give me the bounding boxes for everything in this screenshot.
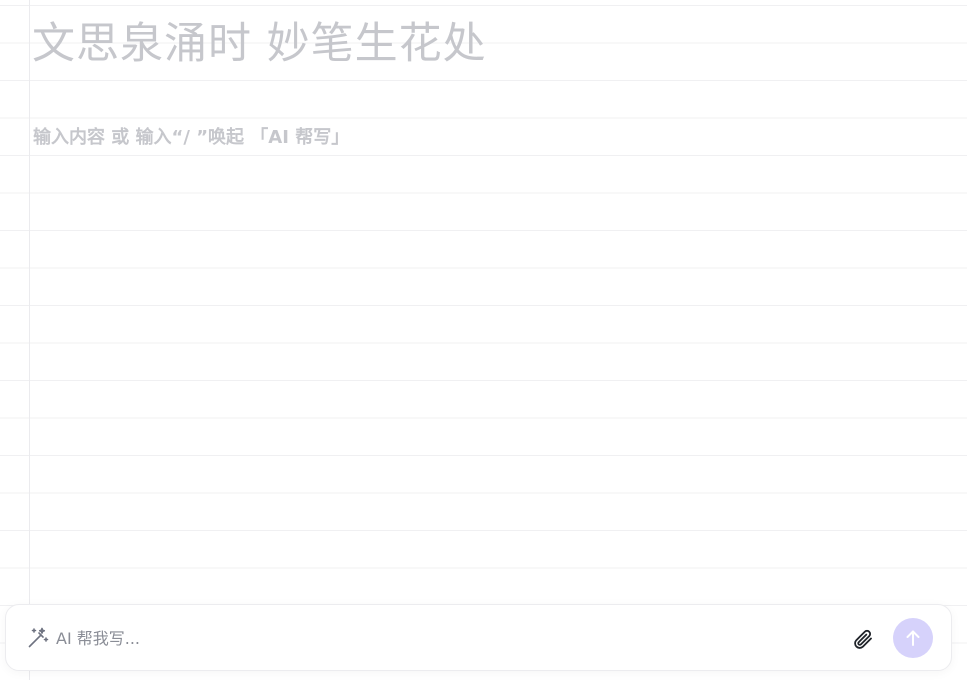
editor-canvas[interactable] [0,0,967,680]
send-button[interactable] [893,618,933,658]
paperclip-icon[interactable] [851,627,875,651]
magic-wand-icon [27,627,49,649]
ai-write-bar [5,604,952,671]
ai-prompt-input[interactable] [56,623,816,653]
arrow-up-icon [906,630,920,646]
margin-line [29,0,30,680]
document-title-placeholder[interactable]: 文思泉涌时 妙笔生花处 [32,14,487,74]
document-body-placeholder[interactable]: 输入内容 或 输入“/ ”唤起 「AI 帮写」 [33,124,349,152]
